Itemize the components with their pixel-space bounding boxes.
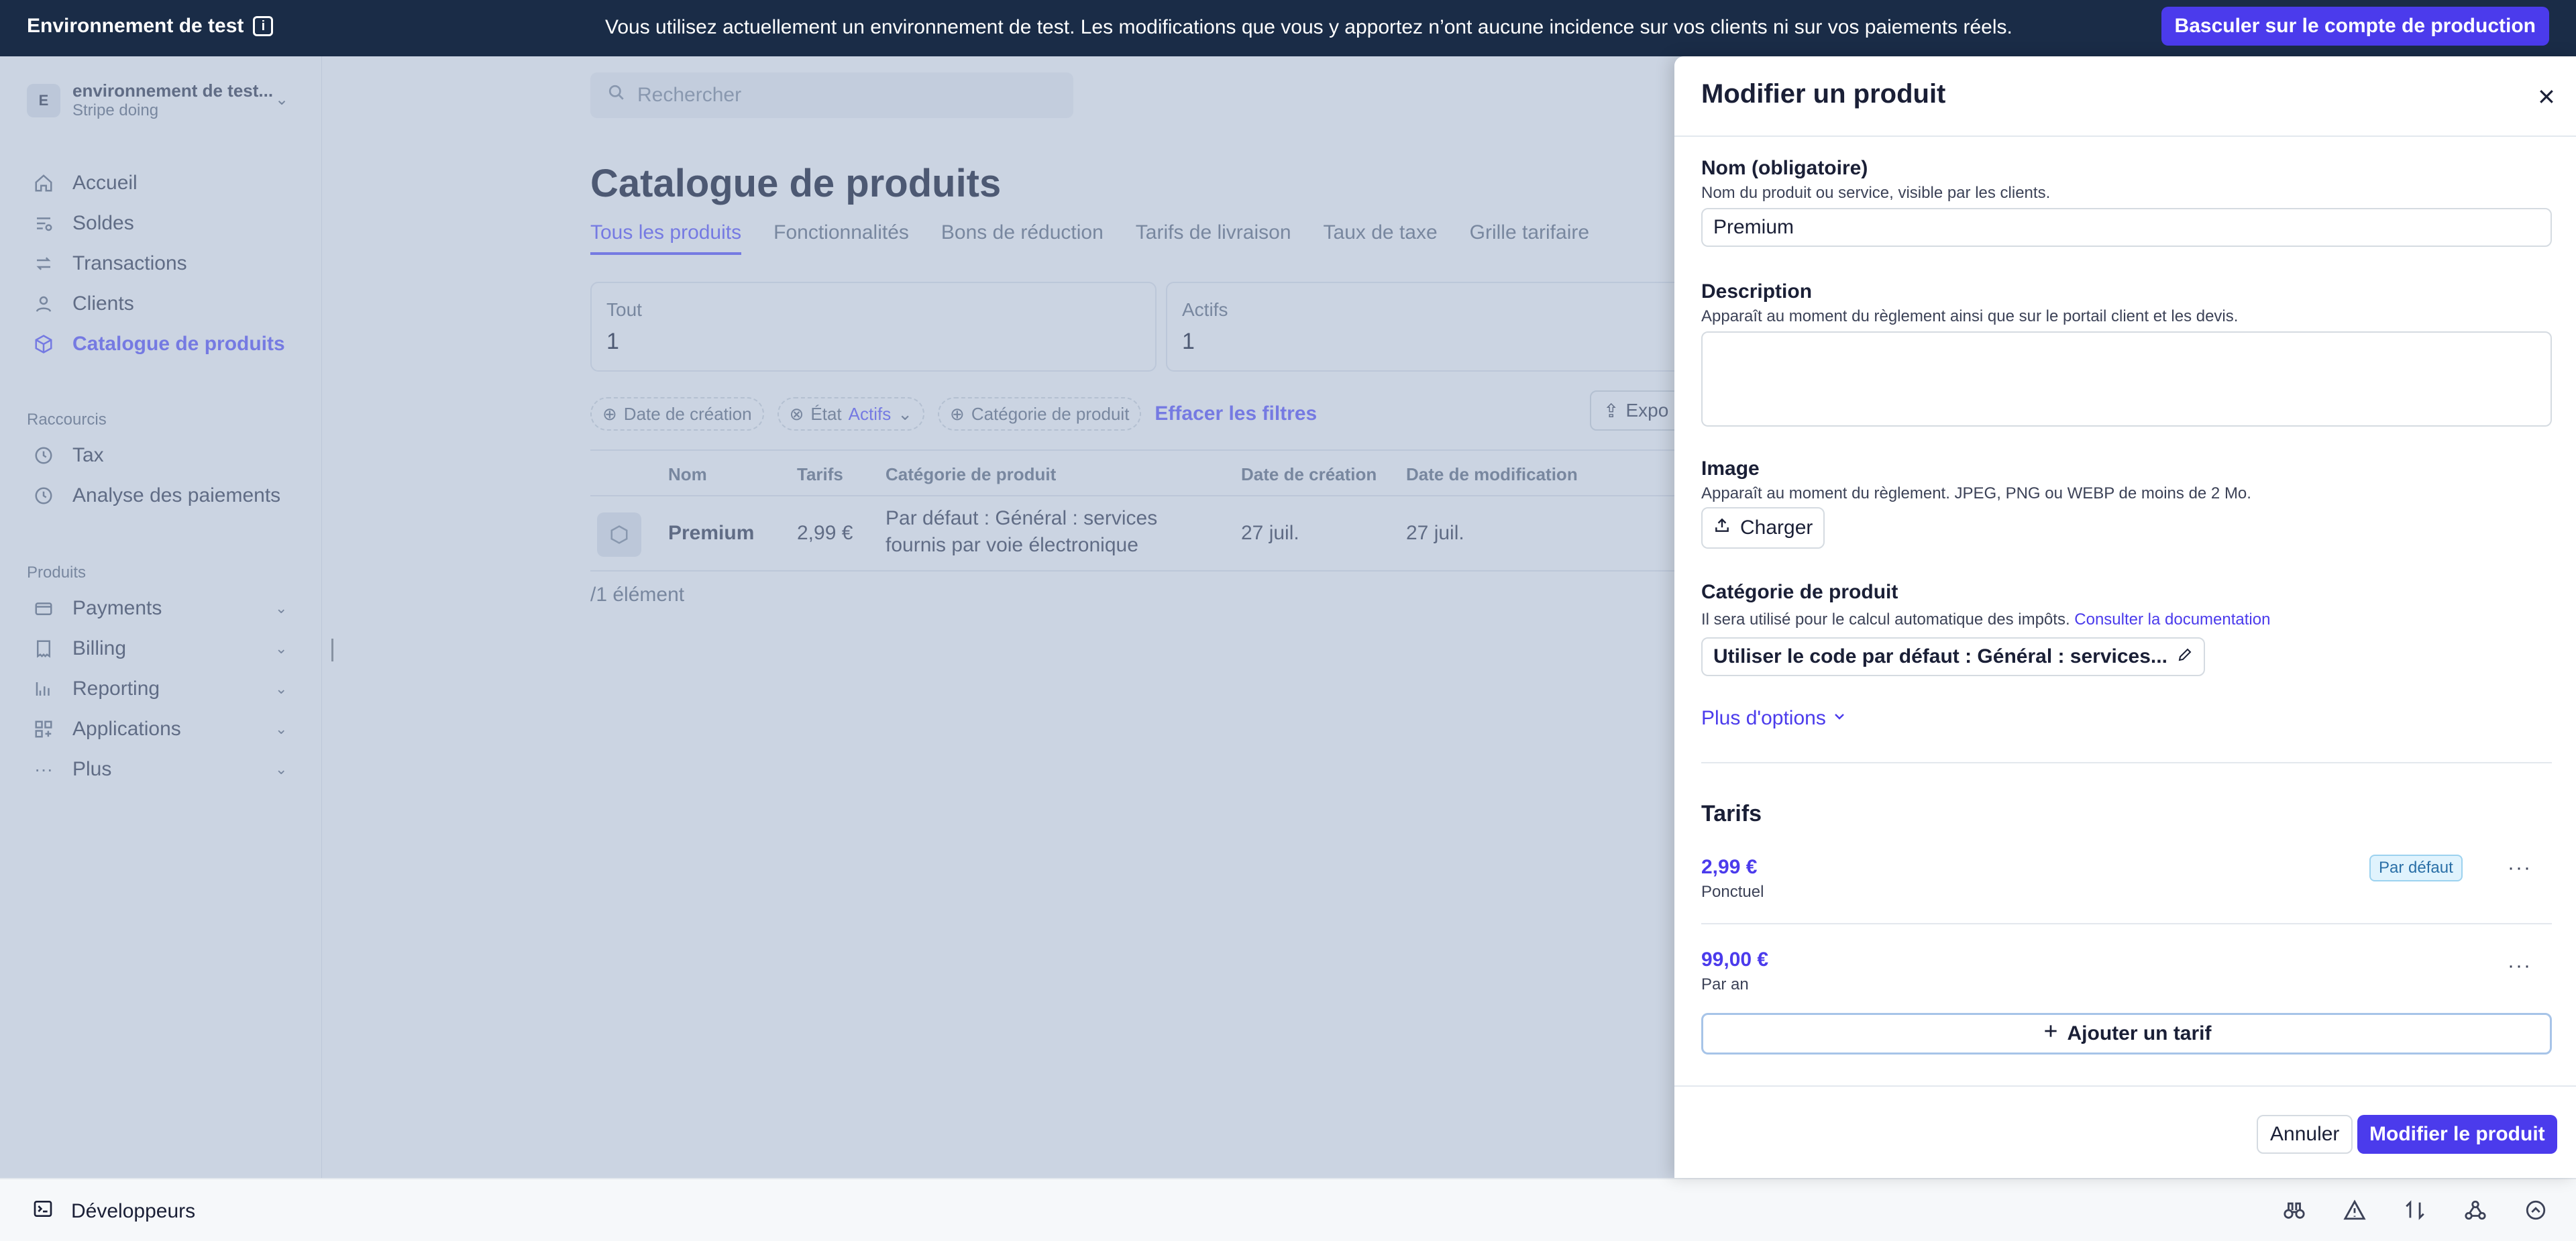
close-icon[interactable] [2533,83,2560,110]
price-amount[interactable]: 99,00 € [1701,949,1768,971]
chevron-down-icon [1831,707,1847,730]
description-help: Apparaît au moment du règlement ainsi qu… [1701,307,2239,325]
name-label: Nom (obligatoire) [1701,157,1868,179]
terminal-icon [32,1198,54,1225]
price-menu-button[interactable]: ··· [2506,955,2533,977]
sort-arrows-icon[interactable] [2402,1197,2428,1224]
product-name-input[interactable]: Premium [1701,208,2552,247]
price-recurrence: Ponctuel [1701,883,1764,901]
drawer-footer: Annuler Modifier le produit [1674,1085,2576,1178]
info-icon[interactable]: i [253,16,274,36]
divider [1701,923,2552,924]
name-help: Nom du produit ou service, visible par l… [1701,184,2051,202]
chevron-up-circle-icon[interactable] [2522,1197,2549,1224]
image-help: Apparaît au moment du règlement. JPEG, P… [1701,484,2251,502]
category-help-text: Il sera utilisé pour le calcul automatiq… [1701,610,2070,629]
test-env-text: Environnement de test [27,15,244,37]
test-mode-banner: Environnement de test i Vous utilisez ac… [0,0,2576,56]
warning-icon[interactable] [2341,1197,2368,1224]
price-menu-button[interactable]: ··· [2506,857,2533,879]
edit-product-drawer: Modifier un produit Nom (obligatoire) No… [1674,56,2576,1178]
cancel-button[interactable]: Annuler [2257,1115,2353,1154]
add-price-label: Ajouter un tarif [2067,1022,2212,1044]
tax-code-selector[interactable]: Utiliser le code par défaut : Général : … [1701,637,2205,676]
switch-to-production-button[interactable]: Basculer sur le compte de production [2161,7,2549,46]
prices-title: Tarifs [1701,801,1762,826]
test-env-label: Environnement de test i [27,15,274,38]
drawer-header: Modifier un produit [1674,56,2576,137]
plus-icon [2042,1022,2059,1045]
developers-button[interactable]: Développeurs [32,1198,195,1225]
upload-icon [1713,517,1731,539]
update-product-button[interactable]: Modifier le produit [2357,1115,2557,1154]
tax-code-value: Utiliser le code par défaut : Général : … [1713,645,2167,667]
price-recurrence: Par an [1701,975,1749,993]
more-options-label: Plus d'options [1701,707,1826,729]
upload-label: Charger [1740,517,1813,539]
price-amount[interactable]: 2,99 € [1701,856,1757,879]
developer-bar: Développeurs [0,1178,2576,1241]
image-label: Image [1701,457,1760,480]
developer-tools [2281,1197,2549,1224]
add-price-button[interactable]: Ajouter un tarif [1701,1013,2552,1055]
developers-label: Développeurs [71,1200,196,1222]
drawer-title: Modifier un produit [1701,79,1946,109]
binoculars-icon[interactable] [2281,1197,2308,1224]
category-label: Catégorie de produit [1701,581,1898,603]
category-help: Il sera utilisé pour le calcul automatiq… [1701,610,2270,629]
test-env-message: Vous utilisez actuellement un environnem… [605,16,2012,38]
pencil-icon [2177,645,2193,668]
description-textarea[interactable] [1701,331,2552,427]
more-options-toggle[interactable]: Plus d'options [1701,707,1847,730]
default-price-badge: Par défaut [2369,855,2463,881]
divider [1701,762,2552,763]
upload-image-button[interactable]: Charger [1701,507,1825,549]
documentation-link[interactable]: Consulter la documentation [2074,610,2270,629]
description-label: Description [1701,280,1813,303]
webhook-icon[interactable] [2462,1197,2489,1224]
resize-handle[interactable] [331,639,333,661]
